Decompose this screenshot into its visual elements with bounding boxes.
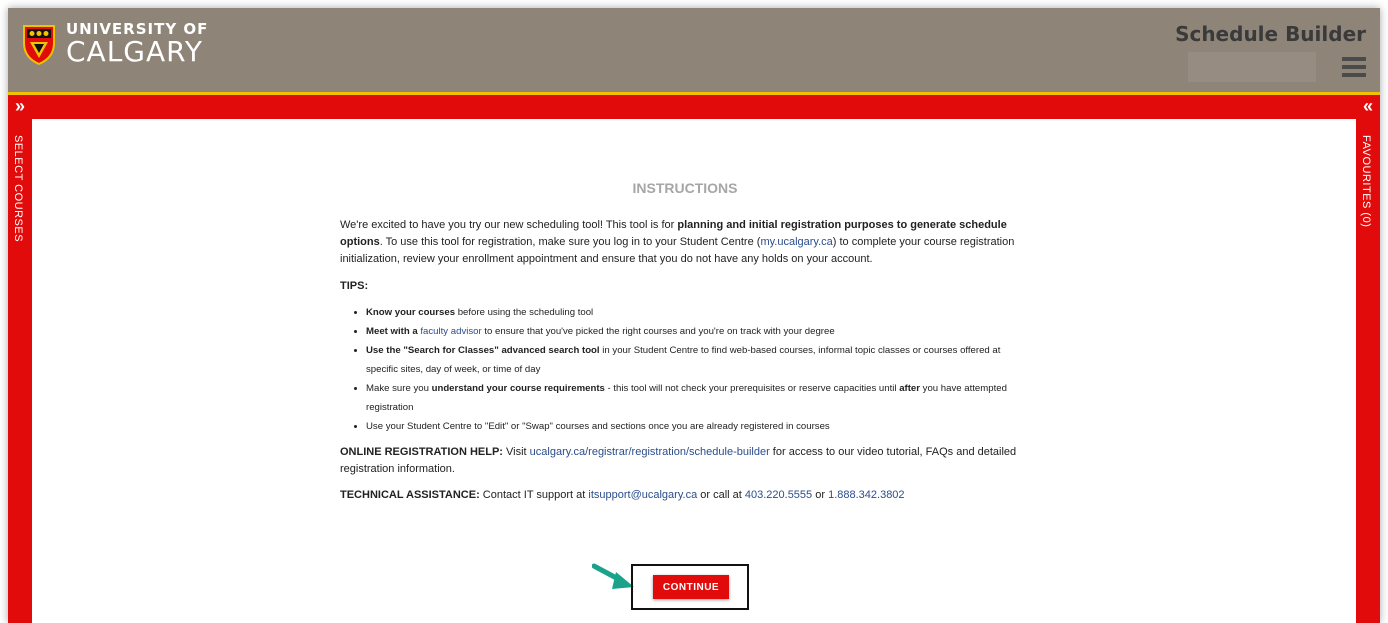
itsupport-email-link[interactable]: itsupport@ucalgary.ca — [588, 489, 697, 501]
tip-item: Make sure you understand your course req… — [366, 379, 1030, 417]
select-courses-label[interactable]: SELECT COURSES — [12, 135, 24, 242]
app-window: UNIVERSITY OF CALGARY Schedule Builder »… — [8, 8, 1380, 623]
continue-highlight-box: CONTINUE — [631, 564, 749, 610]
instructions-panel: INSTRUCTIONS We're excited to have you t… — [340, 180, 1030, 513]
tech-text: Contact IT support at — [479, 489, 589, 501]
header-field[interactable] — [1188, 52, 1316, 82]
tech-text-3: or — [812, 489, 829, 501]
tip-item: Know your courses before using the sched… — [366, 303, 1030, 322]
app-title: Schedule Builder — [1175, 22, 1366, 46]
hamburger-menu-icon[interactable] — [1342, 57, 1366, 79]
student-centre-link[interactable]: my.ucalgary.ca — [760, 236, 832, 248]
expand-left-chevron-icon[interactable]: » — [8, 95, 32, 119]
online-help-text: Visit — [502, 446, 530, 458]
tip-item: Use the "Search for Classes" advanced se… — [366, 341, 1030, 379]
tip-text: Make sure you — [366, 383, 432, 394]
online-help-paragraph: ONLINE REGISTRATION HELP: Visit ucalgary… — [340, 444, 1030, 478]
tips-list: Know your courses before using the sched… — [340, 303, 1030, 436]
crest-icon — [23, 25, 55, 65]
tip-item: Use your Student Centre to "Edit" or "Sw… — [366, 417, 1030, 436]
intro-text-2: . To use this tool for registration, mak… — [379, 236, 761, 248]
intro-text: We're excited to have you try our new sc… — [340, 219, 678, 231]
university-logo[interactable]: UNIVERSITY OF CALGARY — [22, 22, 208, 66]
continue-button[interactable]: CONTINUE — [653, 575, 729, 599]
tip-text: before using the scheduling tool — [455, 307, 594, 318]
tip-bold: after — [899, 383, 920, 394]
logo-text-bottom: CALGARY — [66, 35, 203, 68]
tip-bold: understand your course requirements — [431, 383, 605, 394]
tech-assist-label: TECHNICAL ASSISTANCE: — [340, 489, 480, 501]
phone-link-local[interactable]: 403.220.5555 — [745, 489, 812, 501]
tip-bold: Know your courses — [366, 307, 456, 318]
tips-heading: TIPS: — [340, 280, 369, 292]
instructions-title: INSTRUCTIONS — [632, 180, 738, 196]
online-help-label: ONLINE REGISTRATION HELP: — [340, 446, 503, 458]
tip-item: Meet with a faculty advisor to ensure th… — [366, 322, 1030, 341]
top-header: UNIVERSITY OF CALGARY Schedule Builder — [8, 8, 1380, 95]
tip-text: - this tool will not check your prerequi… — [604, 383, 900, 394]
tip-text: to ensure that you've picked the right c… — [481, 326, 835, 337]
tip-bold: Meet with a — [366, 326, 421, 337]
favourites-label[interactable]: FAVOURITES (0) — [1360, 135, 1372, 227]
favourites-panel-tab[interactable]: « FAVOURITES (0) — [1356, 95, 1380, 623]
phone-link-tollfree[interactable]: 1.888.342.3802 — [828, 489, 904, 501]
technical-assistance-paragraph: TECHNICAL ASSISTANCE: Contact IT support… — [340, 487, 1030, 504]
select-courses-panel-tab[interactable]: » SELECT COURSES — [8, 95, 32, 623]
expand-right-chevron-icon[interactable]: « — [1356, 95, 1380, 119]
schedule-builder-help-link[interactable]: ucalgary.ca/registrar/registration/sched… — [530, 446, 770, 458]
tip-bold: Use the "Search for Classes" advanced se… — [366, 345, 600, 356]
red-toolbar — [8, 95, 1380, 119]
intro-paragraph: We're excited to have you try our new sc… — [340, 217, 1030, 268]
faculty-advisor-link[interactable]: faculty advisor — [420, 326, 481, 337]
tech-text-2: or call at — [697, 489, 745, 501]
tip-text: Use your Student Centre to "Edit" or "Sw… — [366, 421, 830, 432]
